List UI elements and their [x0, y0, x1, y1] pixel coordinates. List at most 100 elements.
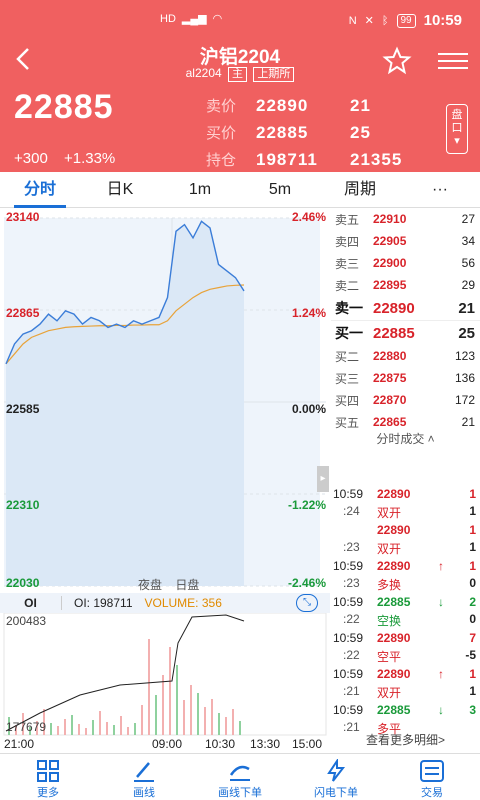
quote-value: 198711: [256, 149, 318, 169]
volume-chart[interactable]: 200483 177679: [0, 613, 330, 736]
volume-bar: [64, 719, 66, 735]
volume-bar: [92, 720, 94, 735]
tab-daily-k[interactable]: 日K: [80, 172, 160, 208]
tab-more[interactable]: ···: [400, 172, 480, 208]
expand-handle[interactable]: ▸: [317, 466, 329, 492]
level-label: 卖二: [335, 278, 360, 293]
ticks-title[interactable]: 分时成交 ˄: [331, 430, 480, 450]
y-label-base: 22585: [6, 402, 40, 416]
bid-row[interactable]: 买三 22875 136: [331, 367, 480, 389]
draw-line-button[interactable]: 画线: [96, 754, 192, 800]
bid-row-best[interactable]: 买一 22885 25: [331, 321, 480, 345]
ask-row[interactable]: 卖二 22895 29: [331, 274, 480, 296]
night-session-label: 夜盘: [138, 578, 163, 592]
level-volume: 172: [454, 393, 475, 407]
volume-bar: [99, 711, 101, 735]
tab-period[interactable]: 周期: [320, 172, 400, 208]
tab-1m[interactable]: 1m: [160, 172, 240, 208]
tick-type: 双开: [377, 542, 402, 556]
pct-label-base: 0.00%: [291, 402, 326, 416]
volume-bar: [162, 675, 164, 735]
level-price: 22895: [373, 278, 407, 292]
menu-button[interactable]: [438, 48, 468, 74]
favorite-button[interactable]: [382, 46, 412, 76]
draw-order-icon: [192, 758, 288, 784]
pankou-button[interactable]: 盘口 ▾: [446, 104, 468, 154]
more-details-link[interactable]: 查看更多明细>: [331, 731, 480, 751]
ask-row[interactable]: 卖四 22905 34: [331, 230, 480, 252]
tick-row: 10:59:23 22890 多换 ↑ 1 0: [331, 558, 480, 594]
time-label: 13:30: [250, 737, 281, 751]
level-volume: 25: [458, 324, 475, 342]
tick-seconds: :22: [343, 612, 360, 626]
intraday-chart[interactable]: 23140 22865 22585 22310 22030 2.46% 1.24…: [0, 208, 330, 592]
tick-price: 22885: [377, 595, 411, 609]
tick-row: 10:59:24 22890 双开 1 1: [331, 486, 480, 522]
tick-time: 10:59: [333, 487, 364, 501]
time-label: 21:00: [4, 737, 35, 751]
level-price: 22900: [373, 256, 407, 270]
chevron-up-icon: ˄: [427, 432, 435, 446]
tick-direction-icon: ↓: [438, 595, 444, 609]
tick-price: 22890: [377, 487, 411, 501]
pankou-label: 盘口: [451, 109, 463, 134]
time-and-sales: 10:59:24 22890 双开 1 1:23 22890 双开 1 1 10:59:23 228…: [331, 486, 480, 738]
tick-price: 22890: [377, 559, 411, 573]
level-price: 22910: [373, 212, 407, 226]
draw-order-button[interactable]: 画线下单: [192, 754, 288, 800]
main-contract-tag: 主: [228, 67, 248, 82]
volume-bar: [120, 716, 122, 735]
trade-button[interactable]: 交易: [384, 754, 480, 800]
ticks-title-label: 分时成交: [376, 432, 425, 446]
volume-bar: [183, 700, 185, 735]
switch-indicator-button[interactable]: ⤡: [296, 594, 318, 612]
oi-top-label: 200483: [6, 614, 47, 628]
lightning-order-label: 闪电下单: [314, 787, 358, 799]
quote-header: 沪铝2204 al2204 主 上期所 22885 +300 +1.33% 卖价…: [0, 40, 480, 172]
lightning-order-button[interactable]: 闪电下单: [288, 754, 384, 800]
tab-5m[interactable]: 5m: [240, 172, 320, 208]
ask-row-best[interactable]: 卖一 22890 21: [331, 296, 480, 320]
menu-icon: [438, 53, 468, 55]
more-button[interactable]: 更多: [0, 754, 96, 800]
tab-intraday[interactable]: 分时: [0, 172, 80, 208]
bid-row[interactable]: 买二 22880 123: [331, 345, 480, 367]
level-volume: 21: [458, 299, 475, 317]
tick-direction-icon: ↑: [438, 559, 444, 573]
level-volume: 27: [461, 212, 475, 226]
change-percent: +1.33%: [63, 150, 116, 167]
level-volume: 21: [461, 415, 475, 429]
exchange-tag: 上期所: [253, 67, 295, 82]
quote-table: 卖价 22890 21 买价 22885 25 持仓 198711 21355: [206, 92, 418, 173]
volume-bar: [134, 723, 136, 735]
time-label: 15:00: [292, 737, 323, 751]
star-icon: [382, 46, 412, 75]
indicator-select-button[interactable]: OI: [0, 596, 62, 610]
quote-volume: 21: [350, 95, 371, 115]
ask-quote-row: 卖价 22890 21: [206, 92, 418, 119]
mute-icon: ✕: [364, 14, 374, 27]
tick-volume: 1: [469, 559, 476, 573]
level-price: 22870: [373, 393, 407, 407]
bid-row[interactable]: 买四 22870 172: [331, 389, 480, 411]
oi-value: OI: 198711: [74, 596, 133, 610]
quote-label: 买价: [206, 125, 237, 142]
tick-time: 10:59: [333, 595, 364, 609]
ask-row[interactable]: 卖五 22910 27: [331, 208, 480, 230]
volume-bar: [141, 705, 143, 735]
bluetooth-icon: ᛒ: [381, 14, 389, 27]
tick-time: 10:59: [333, 703, 364, 717]
price-chart-svg: [4, 217, 326, 587]
ask-row[interactable]: 卖三 22900 56: [331, 252, 480, 274]
tick-type: 多换: [377, 578, 402, 592]
tick-price: 22890: [377, 631, 411, 645]
level-volume: 56: [461, 256, 475, 270]
tick-seconds: :23: [343, 540, 360, 554]
level-volume: 136: [454, 371, 475, 385]
level-price: 22875: [373, 371, 407, 385]
volume-bar: [148, 639, 150, 735]
tick-volume: 3: [469, 703, 476, 717]
level-price: 22890: [373, 299, 415, 317]
bottom-toolbar: 更多 画线 画线下单 闪电下单 交易: [0, 753, 480, 800]
volume-bar: [218, 713, 220, 735]
